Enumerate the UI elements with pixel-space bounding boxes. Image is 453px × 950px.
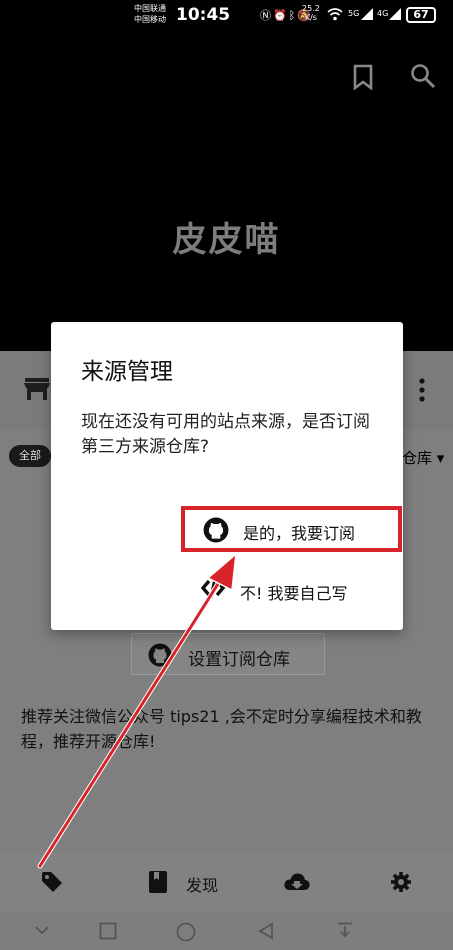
clock: 10:45 <box>176 5 231 25</box>
network-type-1: 5G <box>348 9 360 18</box>
store-icon[interactable] <box>24 377 50 401</box>
code-icon <box>200 577 226 599</box>
filter-chip-all[interactable]: 全部 <box>9 445 51 467</box>
battery-indicator: 67 <box>406 7 436 23</box>
wifi-icon <box>327 8 343 21</box>
signal-1-icon <box>361 8 373 20</box>
cloud-download-icon[interactable] <box>284 870 310 894</box>
book-icon[interactable] <box>148 870 168 894</box>
chevron-down-icon[interactable] <box>34 922 50 938</box>
status-bar: 中国联通 中国移动 10:45 Ⓝ⏰ᛒ🔕 25.2 K/s 5G 4G 67 <box>0 0 453 30</box>
subscribe-label: 是的，我要订阅 <box>243 524 356 543</box>
repo-dropdown[interactable]: 仓库 ▾ <box>402 447 444 468</box>
carrier-names: 中国联通 中国移动 <box>134 3 166 25</box>
signal-2-icon <box>389 8 401 20</box>
carrier-1: 中国联通 <box>134 4 166 13</box>
more-vert-icon[interactable] <box>414 377 430 403</box>
alarm-icon: ⏰ <box>273 9 289 22</box>
bottom-navigation: 发现 <box>0 852 453 911</box>
download-tray-icon[interactable] <box>336 922 354 940</box>
system-navigation-bar <box>0 911 453 950</box>
dialog-message: 现在还没有可用的站点来源，是否订阅第三方来源仓库? <box>81 412 370 457</box>
setup-subscription-button[interactable]: 设置订阅仓库 <box>131 633 325 675</box>
speed-value: 25.2 <box>302 4 320 13</box>
speed-unit: K/s <box>304 13 317 22</box>
app-title: 皮皮喵 <box>172 220 281 260</box>
network-speed: 25.2 K/s <box>302 4 320 22</box>
app-header: 皮皮喵 <box>0 30 453 351</box>
write-own-label: 不! 我要自己写 <box>240 584 348 603</box>
dialog-title: 来源管理 <box>81 359 173 385</box>
back-icon[interactable] <box>257 922 275 940</box>
recommend-text: 推荐关注微信公众号 tips21 ,会不定时分享编程技术和教程，推荐开源仓库! <box>21 707 422 751</box>
source-management-dialog: 来源管理 现在还没有可用的站点来源，是否订阅第三方来源仓库? 是的，我要订阅 不… <box>51 322 403 630</box>
recents-icon[interactable] <box>99 922 117 940</box>
tag-icon[interactable] <box>40 870 64 894</box>
nav-discover-label[interactable]: 发现 <box>186 872 218 896</box>
subscribe-button[interactable]: 是的，我要订阅 <box>181 506 402 552</box>
home-icon[interactable] <box>176 922 196 942</box>
search-icon[interactable] <box>410 63 436 89</box>
network-type-2: 4G <box>377 9 389 18</box>
github-icon <box>203 517 229 543</box>
nfc-icon: Ⓝ <box>260 9 273 22</box>
write-own-button[interactable]: 不! 我要自己写 <box>196 570 401 610</box>
bookmark-icon[interactable] <box>352 64 374 90</box>
github-icon <box>148 643 172 667</box>
settings-gear-icon[interactable] <box>390 870 412 894</box>
setup-subscription-label: 设置订阅仓库 <box>188 650 290 670</box>
carrier-2: 中国移动 <box>134 15 166 24</box>
